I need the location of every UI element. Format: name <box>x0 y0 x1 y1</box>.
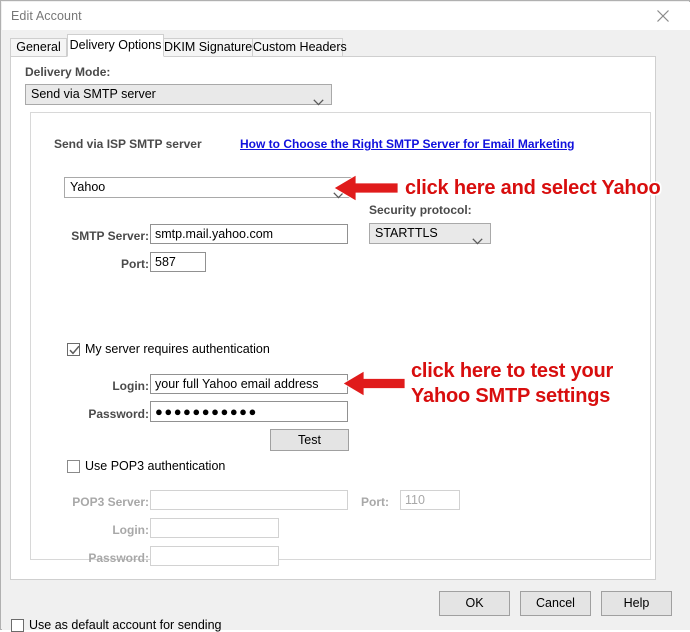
delivery-options-panel: Delivery Mode: Send via SMTP server Send… <box>10 56 656 580</box>
dialog-body: General Delivery Options DKIM Signature … <box>2 30 690 632</box>
smtp-login-value: your full Yahoo email address <box>155 377 319 391</box>
chevron-down-icon <box>472 232 483 251</box>
annotation-arrow-left-1 <box>334 175 398 201</box>
pop3-login-label: Login: <box>112 523 149 537</box>
pop3-server-label: POP3 Server: <box>72 495 149 509</box>
chevron-down-icon <box>313 93 324 112</box>
tab-dkim-signature[interactable]: DKIM Signature <box>163 38 253 56</box>
smtp-password-label: Password: <box>88 407 149 421</box>
use-pop3-auth-checkbox[interactable]: Use POP3 authentication <box>67 459 225 473</box>
smtp-server-input[interactable]: smtp.mail.yahoo.com <box>150 224 348 244</box>
security-protocol-value: STARTTLS <box>375 226 438 240</box>
pop3-port-label: Port: <box>361 495 389 509</box>
pop3-port-value: 110 <box>405 493 425 507</box>
tab-delivery-options[interactable]: Delivery Options <box>67 34 164 57</box>
edit-account-dialog: Edit Account General Delivery Options DK… <box>0 0 690 632</box>
tab-general[interactable]: General <box>10 38 67 56</box>
smtp-server-value: smtp.mail.yahoo.com <box>155 227 274 241</box>
smtp-port-label: Port: <box>121 257 149 271</box>
smtp-port-value: 587 <box>155 255 176 269</box>
annotation-text-test-line2: Yahoo SMTP settings <box>411 385 611 407</box>
ok-button[interactable]: OK <box>439 591 510 616</box>
security-protocol-label: Security protocol: <box>369 203 472 217</box>
title-bar: Edit Account <box>2 2 690 30</box>
pop3-password-input[interactable] <box>150 546 279 566</box>
server-requires-auth-checkbox[interactable]: My server requires authentication <box>67 342 270 356</box>
isp-smtp-title: Send via ISP SMTP server <box>54 137 202 151</box>
smtp-server-label: SMTP Server: <box>71 229 149 243</box>
smtp-password-input[interactable]: ●●●●●●●●●●● <box>150 401 348 422</box>
cancel-button[interactable]: Cancel <box>520 591 591 616</box>
pop3-port-input[interactable]: 110 <box>400 490 460 510</box>
delivery-mode-label: Delivery Mode: <box>25 65 111 79</box>
pop3-password-label: Password: <box>88 551 149 565</box>
checkbox-box <box>67 459 80 473</box>
server-requires-auth-label: My server requires authentication <box>85 342 270 356</box>
annotation-arrow-left-2 <box>343 371 405 396</box>
smtp-login-input[interactable]: your full Yahoo email address <box>150 374 348 394</box>
help-button[interactable]: Help <box>601 591 672 616</box>
test-button[interactable]: Test <box>270 429 349 451</box>
smtp-port-input[interactable]: 587 <box>150 252 206 272</box>
smtp-provider-value: Yahoo <box>70 180 106 194</box>
use-pop3-auth-label: Use POP3 authentication <box>85 459 226 473</box>
checkbox-box <box>67 342 80 356</box>
security-protocol-combo[interactable]: STARTTLS <box>369 223 491 245</box>
window-title: Edit Account <box>11 9 82 23</box>
pop3-login-input[interactable] <box>150 518 279 538</box>
smtp-login-label: Login: <box>112 379 149 393</box>
close-icon[interactable] <box>644 2 690 30</box>
smtp-password-value: ●●●●●●●●●●● <box>155 404 258 419</box>
delivery-mode-combo[interactable]: Send via SMTP server <box>25 84 332 106</box>
tab-custom-headers[interactable]: Custom Headers <box>252 38 347 56</box>
annotation-text-select-yahoo: click here and select Yahoo <box>405 177 661 199</box>
checkmark-icon <box>69 345 80 355</box>
delivery-mode-value: Send via SMTP server <box>31 87 156 101</box>
pop3-server-input[interactable] <box>150 490 348 510</box>
annotation-text-test-line1: click here to test your <box>411 360 614 382</box>
smtp-provider-combo[interactable]: Yahoo <box>64 177 352 199</box>
smtp-help-link[interactable]: How to Choose the Right SMTP Server for … <box>240 137 575 151</box>
